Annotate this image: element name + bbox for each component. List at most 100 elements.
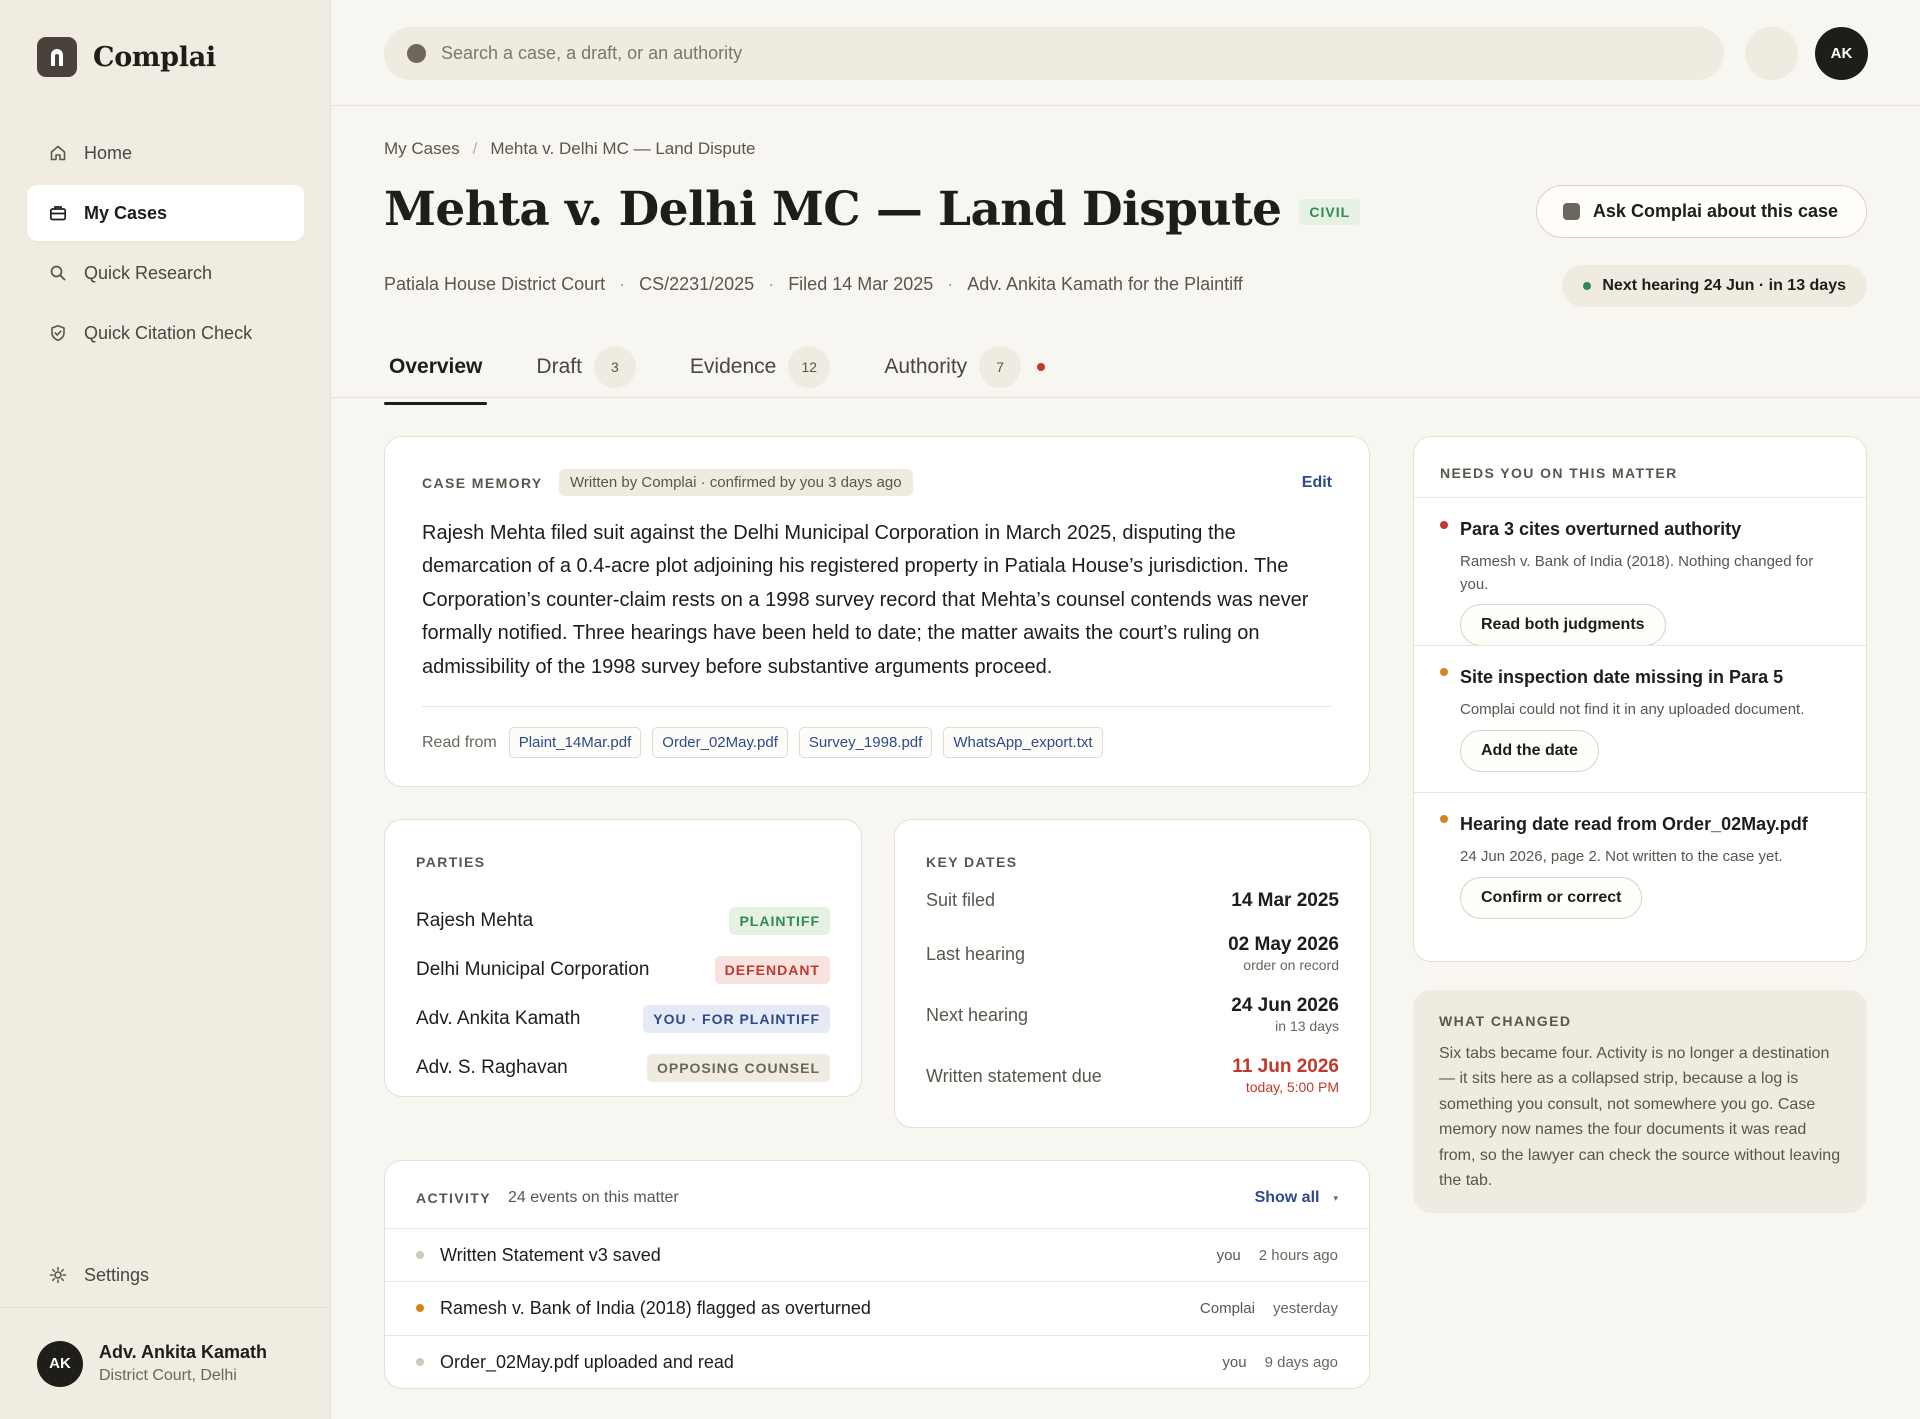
complai-logo-icon <box>37 37 77 77</box>
sidebar-item-label: Quick Citation Check <box>84 322 253 343</box>
user-profile[interactable]: AK Adv. Ankita Kamath District Court, De… <box>0 1307 331 1419</box>
ask-complai-button[interactable]: Ask Complai about this case <box>1535 185 1867 238</box>
tab-label: Overview <box>389 354 483 378</box>
activity-text: Written Statement v3 saved <box>440 1244 661 1265</box>
chevron-down-icon: ▾ <box>1333 1192 1338 1203</box>
needs-item-description: 24 Jun 2026, page 2. Not written to the … <box>1460 848 1783 865</box>
sidebar: Complai Home My Cases Quick Research Qui… <box>0 0 331 1419</box>
title-row: Mehta v. Delhi MC — Land Dispute CIVIL <box>384 182 1361 237</box>
date-row: Suit filed 14 Mar 2025 <box>926 890 1339 912</box>
page-title: Mehta v. Delhi MC — Land Dispute <box>384 182 1282 237</box>
user-court: District Court, Delhi <box>99 1367 237 1384</box>
activity-text: Order_02May.pdf uploaded and read <box>440 1351 734 1372</box>
ask-complai-label: Ask Complai about this case <box>1592 201 1838 221</box>
meta-separator: · <box>619 274 626 294</box>
search-bar[interactable] <box>384 27 1724 80</box>
sidebar-item-my-cases[interactable]: My Cases <box>27 185 304 241</box>
account-avatar[interactable]: AK <box>1815 27 1868 80</box>
source-chip[interactable]: Order_02May.pdf <box>652 727 788 758</box>
filed-date: Filed 14 Mar 2025 <box>788 274 934 294</box>
tab-draft[interactable]: Draft 3 <box>531 328 641 405</box>
tab-evidence[interactable]: Evidence 12 <box>685 328 835 405</box>
header-divider <box>331 397 1920 398</box>
source-chip[interactable]: Plaint_14Mar.pdf <box>508 727 642 758</box>
party-row: Delhi Municipal Corporation DEFENDANT <box>416 956 830 984</box>
sidebar-item-quick-citation-check[interactable]: Quick Citation Check <box>27 305 304 361</box>
date-value-text: 14 Mar 2025 <box>1231 890 1339 911</box>
search-input[interactable] <box>441 43 1641 64</box>
next-hearing-badge: Next hearing 24 Jun · in 13 days <box>1562 265 1867 307</box>
party-role-badge: PLAINTIFF <box>729 907 830 935</box>
activity-time: yesterday <box>1272 1299 1338 1317</box>
sidebar-item-quick-research[interactable]: Quick Research <box>27 245 304 301</box>
divider <box>422 706 1332 707</box>
activity-header: ACTIVITY 24 events on this matter Show a… <box>416 1189 1338 1207</box>
date-value: 02 May 2026 order on record <box>1228 934 1339 973</box>
what-changed-label: WHAT CHANGED <box>1439 1013 1572 1029</box>
confirm-or-correct-button[interactable]: Confirm or correct <box>1460 877 1643 919</box>
breadcrumb-current: Mehta v. Delhi MC — Land Dispute <box>490 139 756 158</box>
case-memory-note: Written by Complai · confirmed by you 3 … <box>559 469 913 496</box>
activity-row[interactable]: Ramesh v. Bank of India (2018) flagged a… <box>385 1281 1369 1334</box>
party-role-badge: YOU · FOR PLAINTIFF <box>643 1005 830 1033</box>
severity-dot <box>1440 521 1448 529</box>
activity-row[interactable]: Written Statement v3 saved you 2 hours a… <box>385 1228 1369 1281</box>
case-memory-label: CASE MEMORY <box>422 475 543 491</box>
search-icon <box>407 44 426 63</box>
severity-dot <box>1440 668 1448 676</box>
party-name: Delhi Municipal Corporation <box>416 959 650 980</box>
needs-item-title: Hearing date read from Order_02May.pdf <box>1460 814 1808 834</box>
gear-icon <box>49 1266 67 1284</box>
date-value: 24 Jun 2026 in 13 days <box>1231 995 1339 1034</box>
source-chip[interactable]: Survey_1998.pdf <box>798 727 933 758</box>
case-number: CS/2231/2025 <box>639 274 755 294</box>
breadcrumb-separator: / <box>472 139 478 158</box>
activity-time: 9 days ago <box>1264 1353 1338 1371</box>
date-label: Last hearing <box>926 944 1026 964</box>
show-all-button[interactable]: Show all ▾ <box>1255 1189 1338 1207</box>
party-name: Adv. Ankita Kamath <box>416 1008 581 1029</box>
needs-item: Hearing date read from Order_02May.pdf 2… <box>1414 792 1866 940</box>
court-name: Patiala House District Court <box>384 274 606 294</box>
party-name: Rajesh Mehta <box>416 910 534 931</box>
date-label: Next hearing <box>926 1005 1029 1025</box>
party-name: Adv. S. Raghavan <box>416 1057 568 1078</box>
activity-actor: Complai <box>1199 1299 1255 1317</box>
parties-label: PARTIES <box>416 854 486 870</box>
sidebar-item-settings[interactable]: Settings <box>27 1247 304 1303</box>
source-chip[interactable]: WhatsApp_export.txt <box>943 727 1103 758</box>
activity-row[interactable]: Order_02May.pdf uploaded and read you 9 … <box>385 1335 1369 1388</box>
brand[interactable]: Complai <box>37 37 216 77</box>
search-icon <box>50 265 66 281</box>
date-value-text: 24 Jun 2026 <box>1231 995 1339 1016</box>
what-changed-panel: WHAT CHANGED Six tabs became four. Activ… <box>1413 990 1867 1213</box>
date-value-urgent: 11 Jun 2026 today, 5:00 PM <box>1232 1056 1339 1095</box>
case-tabs: Overview Draft 3 Evidence 12 Authority 7 <box>384 328 1094 405</box>
needs-item-title: Site inspection date missing in Para 5 <box>1460 667 1784 687</box>
notifications-button[interactable] <box>1745 27 1798 80</box>
activity-dot <box>416 1304 424 1312</box>
alert-dot <box>1037 362 1046 371</box>
key-dates-label: KEY DATES <box>926 854 1018 870</box>
read-both-judgments-button[interactable]: Read both judgments <box>1460 604 1666 646</box>
breadcrumb-my-cases[interactable]: My Cases <box>384 139 460 159</box>
needs-item-description: Complai could not find it in any uploade… <box>1460 701 1805 718</box>
brand-name: Complai <box>93 41 216 73</box>
party-role-badge: OPPOSING COUNSEL <box>646 1054 830 1082</box>
party-role-badge: DEFENDANT <box>714 956 830 984</box>
add-date-button[interactable]: Add the date <box>1460 730 1599 772</box>
sidebar-item-home[interactable]: Home <box>27 125 304 181</box>
tab-count-badge: 7 <box>979 345 1022 388</box>
counsel: Adv. Ankita Kamath for the Plaintiff <box>967 274 1243 294</box>
sidebar-item-label: Home <box>84 142 133 163</box>
tab-overview[interactable]: Overview <box>384 328 488 405</box>
tab-authority[interactable]: Authority 7 <box>879 328 1050 405</box>
edit-memory-button[interactable]: Edit <box>1302 474 1332 492</box>
complai-icon <box>1562 203 1580 220</box>
next-hearing-text: Next hearing 24 Jun · in 13 days <box>1602 277 1846 294</box>
activity-card: ACTIVITY 24 events on this matter Show a… <box>384 1160 1370 1389</box>
activity-actor: you <box>1216 1246 1241 1264</box>
meta-separator: · <box>947 274 954 294</box>
needs-item: Para 3 cites overturned authority Ramesh… <box>1414 497 1866 646</box>
date-row: Next hearing 24 Jun 2026 in 13 days <box>926 995 1339 1034</box>
